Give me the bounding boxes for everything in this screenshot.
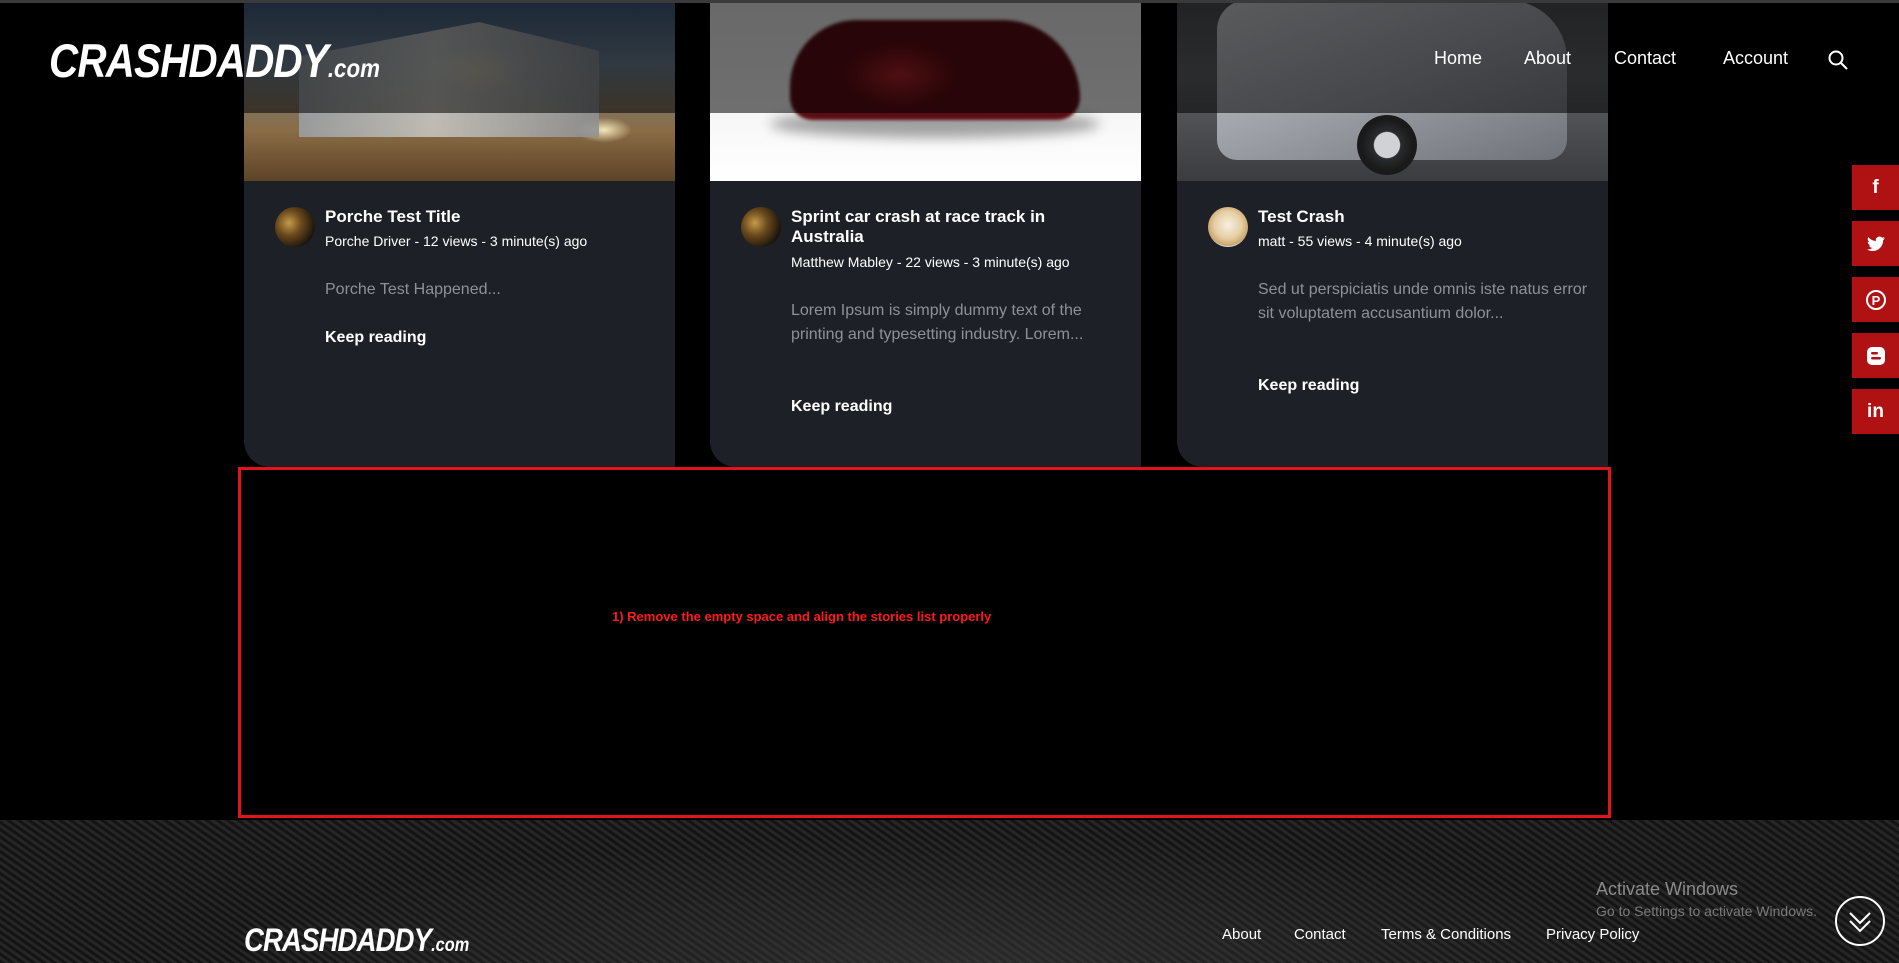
story-meta: Porche Driver - 12 views - 3 minute(s) a… xyxy=(325,233,588,249)
pinterest-icon[interactable]: P xyxy=(1852,277,1899,322)
search-icon[interactable] xyxy=(1828,50,1848,70)
avatar xyxy=(1208,207,1248,247)
footer-logo[interactable]: CRASHDADDY.com xyxy=(244,922,469,959)
linkedin-icon[interactable]: in xyxy=(1852,389,1899,434)
keep-reading-link[interactable]: Keep reading xyxy=(325,329,426,347)
logo-main: CRASHDADDY xyxy=(49,34,329,87)
windows-activation-title: Activate Windows xyxy=(1596,879,1739,899)
site-header: CRASHDADDY.com Home About Contact Accoun… xyxy=(0,3,1899,113)
avatar xyxy=(741,207,781,247)
story-excerpt: Lorem Ipsum is simply dummy text of the … xyxy=(791,302,1084,343)
footer-link-contact[interactable]: Contact xyxy=(1294,926,1346,943)
annotation-box xyxy=(238,467,1611,818)
story-excerpt: Sed ut perspiciatis unde omnis iste natu… xyxy=(1258,281,1588,322)
story-title[interactable]: Sprint car crash at race track in Austra… xyxy=(791,207,1111,247)
nav-contact[interactable]: Contact xyxy=(1614,48,1676,69)
footer-link-terms[interactable]: Terms & Conditions xyxy=(1381,926,1511,943)
story-excerpt: Porche Test Happened... xyxy=(325,281,501,298)
story-meta: Matthew Mabley - 22 views - 3 minute(s) … xyxy=(791,254,1070,270)
double-chevron-down-icon xyxy=(1849,912,1871,933)
footer-link-privacy[interactable]: Privacy Policy xyxy=(1546,926,1639,943)
story-title[interactable]: Porche Test Title xyxy=(325,207,645,227)
windows-activation-subtitle: Go to Settings to activate Windows. xyxy=(1596,903,1817,919)
footer-logo-suffix: .com xyxy=(431,935,470,956)
nav-about[interactable]: About xyxy=(1524,48,1571,69)
site-logo[interactable]: CRASHDADDY.com xyxy=(49,33,380,88)
keep-reading-link[interactable]: Keep reading xyxy=(1258,377,1359,395)
nav-account[interactable]: Account xyxy=(1723,48,1788,69)
story-title[interactable]: Test Crash xyxy=(1258,207,1578,227)
svg-text:P: P xyxy=(1871,293,1880,308)
avatar xyxy=(275,207,315,247)
scroll-down-button[interactable] xyxy=(1835,896,1885,946)
story-meta: matt - 55 views - 4 minute(s) ago xyxy=(1258,233,1462,249)
nav-home[interactable]: Home xyxy=(1434,48,1482,69)
annotation-text: 1) Remove the empty space and align the … xyxy=(612,609,992,624)
facebook-icon[interactable]: f xyxy=(1852,165,1899,210)
logo-suffix: .com xyxy=(327,53,381,83)
footer-logo-main: CRASHDADDY xyxy=(244,922,432,958)
twitter-icon[interactable] xyxy=(1852,221,1899,266)
top-border xyxy=(0,0,1899,3)
footer-link-about[interactable]: About xyxy=(1222,926,1261,943)
blogger-icon[interactable] xyxy=(1852,333,1899,378)
keep-reading-link[interactable]: Keep reading xyxy=(791,398,892,416)
